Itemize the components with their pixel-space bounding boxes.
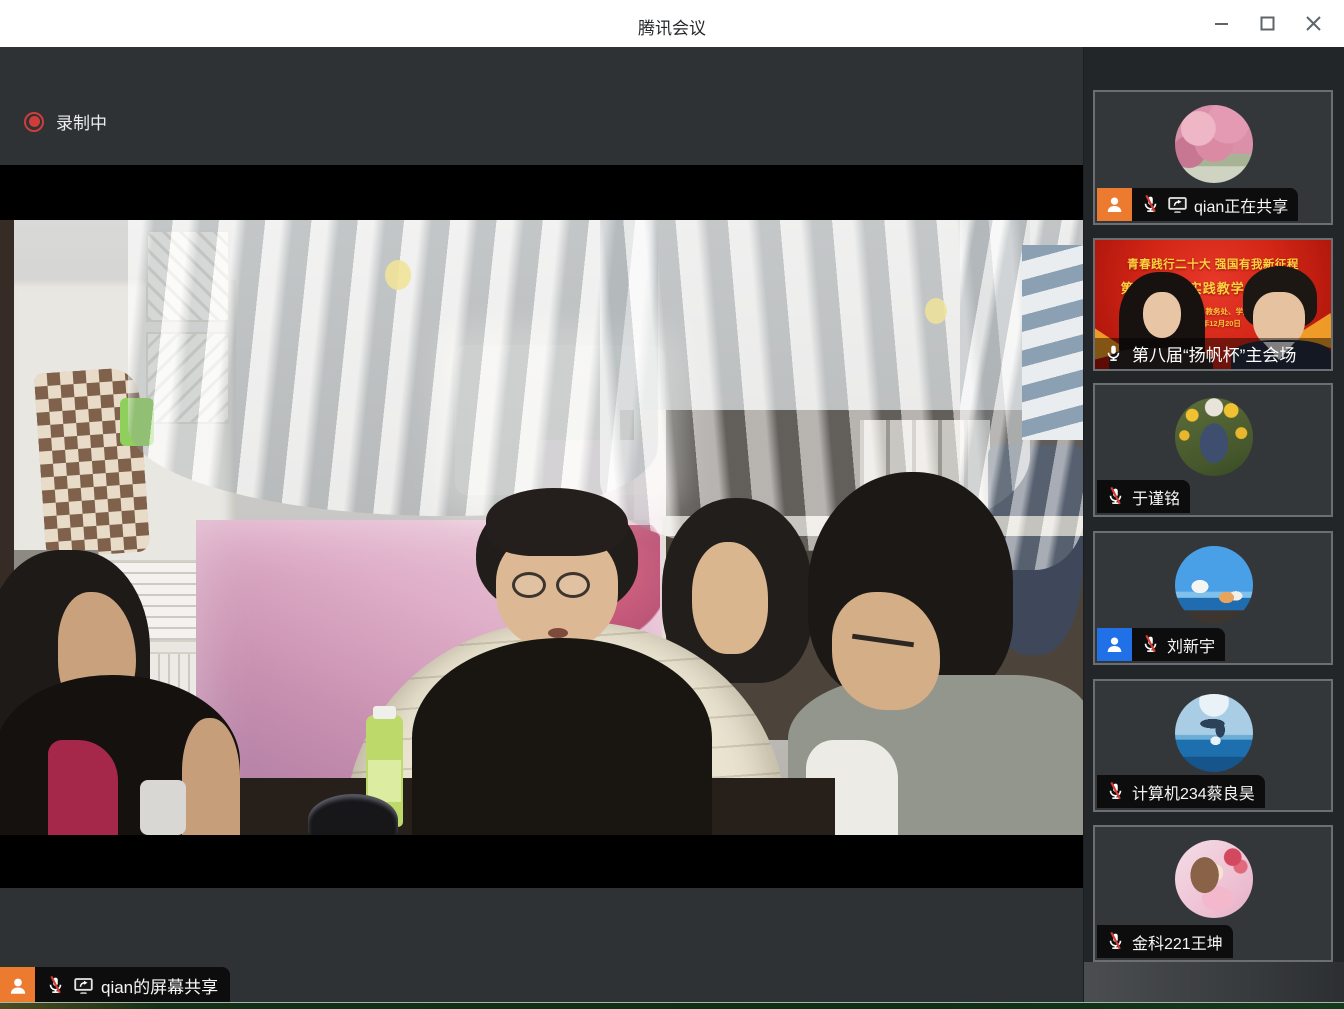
avatar-anime-girl bbox=[1175, 840, 1253, 918]
participant-tile-liuxinyu[interactable]: 刘新宇 bbox=[1093, 531, 1333, 665]
participant-nameplate: 于谨铭 bbox=[1097, 480, 1190, 513]
mic-muted-icon bbox=[1140, 634, 1161, 655]
participant-tile-qian[interactable]: qian正在共享 bbox=[1093, 90, 1333, 225]
bottle-label bbox=[368, 760, 401, 802]
participant-name: 第八届“扬帆杯”主会场 bbox=[1132, 341, 1296, 366]
participant-nameplate: qian正在共享 bbox=[1097, 188, 1298, 221]
participant-name: 计算机234蔡良昊 bbox=[1132, 780, 1255, 804]
sharer-person-icon bbox=[1097, 188, 1132, 221]
recording-label: 录制中 bbox=[56, 109, 107, 134]
window-title: 腾讯会议 bbox=[0, 14, 1344, 39]
shared-video-content bbox=[0, 220, 1083, 835]
foreground-person-face bbox=[182, 718, 240, 835]
avatar-dolphin-ocean bbox=[1175, 694, 1253, 772]
mic-muted-icon bbox=[1105, 486, 1126, 507]
foreground-person-head bbox=[412, 638, 712, 835]
participant-tile-yujinming[interactable]: 于谨铭 bbox=[1093, 383, 1333, 517]
participant-name: 于谨铭 bbox=[1132, 485, 1180, 509]
striped-towel bbox=[1022, 245, 1083, 440]
mic-muted-icon bbox=[45, 975, 66, 996]
person-center-glasses bbox=[556, 572, 590, 598]
bottle-cap bbox=[373, 706, 396, 719]
person-long-hair-face bbox=[692, 542, 768, 654]
sidebar-bottom-band bbox=[1084, 962, 1344, 1003]
participant-tile-main-venue[interactable]: 青春践行二十大 强国有我新征程 第八届 ”实践教学优 大赛 克思主义学院、教务处… bbox=[1093, 238, 1333, 371]
avatar-cats-seaside bbox=[1175, 546, 1253, 624]
participant-tile-wangkun[interactable]: 金科221王坤 bbox=[1093, 825, 1333, 962]
person-center-mouth bbox=[548, 628, 568, 638]
participant-nameplate: 刘新宇 bbox=[1097, 628, 1225, 661]
participant-name: 刘新宇 bbox=[1167, 633, 1215, 657]
maximize-button[interactable] bbox=[1244, 4, 1290, 44]
screen-share-icon bbox=[1167, 194, 1188, 215]
red-object bbox=[48, 740, 118, 835]
screen-share-label: qian的屏幕共享 bbox=[101, 973, 218, 998]
avatar-sunflower-figure bbox=[1175, 398, 1253, 476]
participant-nameplate: 金科221王坤 bbox=[1097, 925, 1233, 958]
participant-name: 金科221王坤 bbox=[1132, 930, 1223, 954]
white-cup bbox=[140, 780, 186, 835]
person-center-glasses bbox=[512, 572, 546, 598]
mic-muted-icon bbox=[1140, 194, 1161, 215]
bottom-edge-strip bbox=[0, 1002, 1344, 1009]
screen-share-nameplate: qian的屏幕共享 bbox=[0, 967, 230, 1004]
person-center-fringe bbox=[486, 488, 628, 556]
participant-nameplate: 计算机234蔡良昊 bbox=[1097, 775, 1265, 808]
recording-indicator: 录制中 bbox=[24, 109, 107, 134]
participant-name: qian正在共享 bbox=[1194, 193, 1288, 217]
titlebar: 腾讯会议 bbox=[0, 0, 1344, 47]
window-controls bbox=[1198, 0, 1336, 47]
participant-nameplate: 第八届“扬帆杯”主会场 bbox=[1095, 338, 1331, 369]
tencent-meeting-window: 腾讯会议 录制中 bbox=[0, 0, 1344, 1009]
avatar-cherry-blossom bbox=[1175, 105, 1253, 183]
curtain-dot bbox=[385, 260, 411, 290]
participant-tile-cailianghao[interactable]: 计算机234蔡良昊 bbox=[1093, 679, 1333, 812]
shared-screen-stage[interactable]: 录制中 bbox=[0, 47, 1083, 1009]
mic-muted-icon bbox=[1105, 931, 1126, 952]
self-person-icon bbox=[1097, 628, 1132, 661]
mic-muted-icon bbox=[1105, 781, 1126, 802]
minimize-button[interactable] bbox=[1198, 4, 1244, 44]
venue-person-left-face bbox=[1143, 292, 1181, 338]
recording-icon bbox=[24, 112, 44, 132]
participants-sidebar: qian正在共享 青春践行二十大 强国有我新征程 第八届 ”实践教学优 大赛 克… bbox=[1083, 47, 1344, 1009]
mic-on-icon bbox=[1103, 343, 1124, 364]
curtain-dot bbox=[925, 298, 947, 324]
close-button[interactable] bbox=[1290, 4, 1336, 44]
screen-share-icon bbox=[73, 975, 94, 996]
sharer-person-icon bbox=[0, 967, 35, 1004]
